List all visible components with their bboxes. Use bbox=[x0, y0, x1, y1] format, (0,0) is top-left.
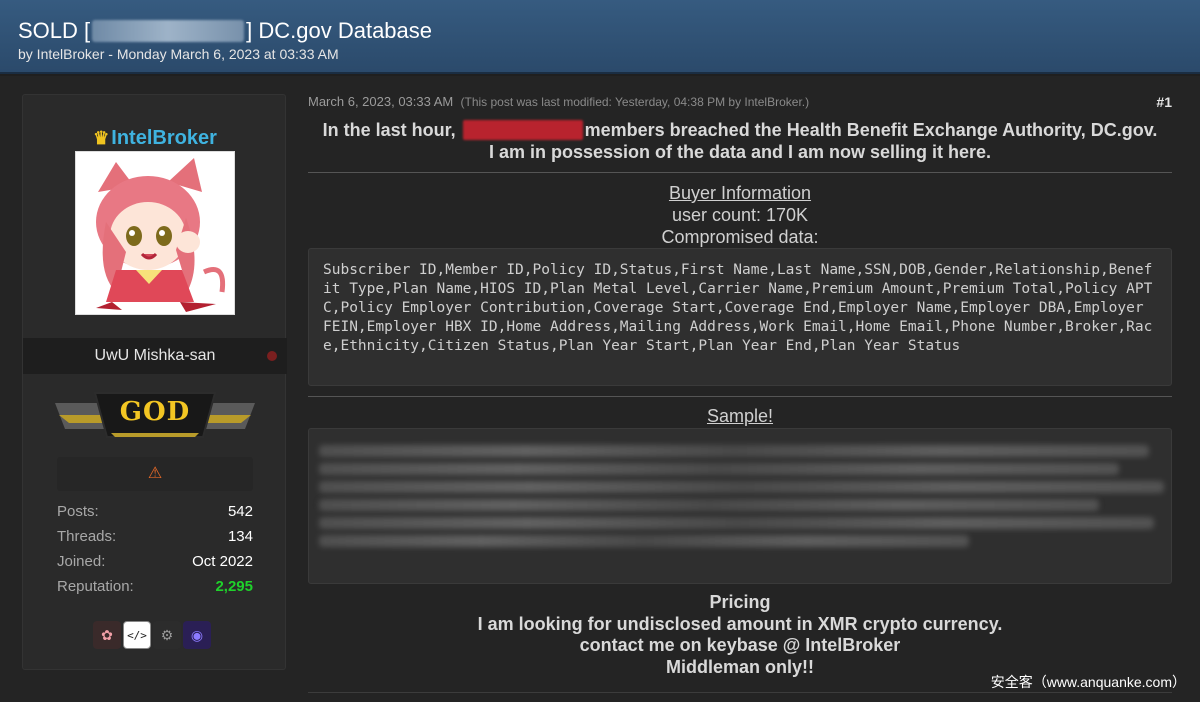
title-prefix: SOLD [ bbox=[18, 18, 91, 43]
stat-threads: Threads: 134 bbox=[57, 528, 253, 545]
code-icon[interactable]: </> bbox=[123, 621, 151, 649]
blurred-line bbox=[319, 481, 1164, 493]
user-title-bar: UwU Mishka-san bbox=[23, 338, 287, 374]
redacted-text bbox=[462, 120, 583, 140]
lead-line-2: I am in possession of the data and I am … bbox=[488, 142, 992, 162]
thread-page: ♛ IntelBroker UwU Mishka-san GOD ⚠ Posts… bbox=[0, 76, 1200, 702]
pricing-line-2: contact me on keybase @ IntelBroker bbox=[579, 635, 901, 655]
brain-icon[interactable]: ✿ bbox=[93, 621, 121, 649]
buyer-info: Buyer Information user count: 170K Compr… bbox=[308, 182, 1172, 248]
user-count: user count: 170K bbox=[671, 205, 809, 225]
post-date: March 6, 2023, 03:33 AM bbox=[308, 94, 454, 109]
thread-meta: by IntelBroker - Monday March 6, 2023 at… bbox=[18, 46, 339, 62]
stat-reputation: Reputation: 2,295 bbox=[57, 578, 253, 595]
crown-icon: ♛ bbox=[93, 128, 110, 148]
gear-icon[interactable]: ⚙ bbox=[153, 621, 181, 649]
blurred-line bbox=[319, 445, 1149, 457]
post-number-link[interactable]: #1 bbox=[1156, 94, 1172, 110]
pricing-line-1: I am looking for undisclosed amount in X… bbox=[477, 613, 1003, 634]
blurred-line bbox=[319, 463, 1119, 475]
hood-icon[interactable]: ◉ bbox=[183, 621, 211, 649]
author-panel: ♛ IntelBroker UwU Mishka-san GOD ⚠ Posts… bbox=[22, 94, 287, 670]
rank-badge: GOD bbox=[55, 389, 255, 441]
avatar[interactable] bbox=[75, 151, 235, 315]
post-meta: March 6, 2023, 03:33 AM (This post was l… bbox=[308, 94, 809, 109]
title-suffix: ] DC.gov Database bbox=[246, 18, 433, 43]
avatar-image bbox=[76, 152, 234, 314]
sample-heading: Sample! bbox=[706, 406, 774, 426]
buyer-heading: Buyer Information bbox=[668, 183, 812, 203]
thread-header: SOLD [ ] DC.gov Database by IntelBroker -… bbox=[0, 0, 1200, 74]
author-name[interactable]: IntelBroker bbox=[111, 127, 217, 149]
redacted-text bbox=[92, 20, 245, 42]
pricing-heading: Pricing bbox=[709, 592, 771, 612]
post-modified: (This post was last modified: Yesterday,… bbox=[460, 95, 810, 109]
group-icon-box: ⚠ bbox=[57, 457, 253, 491]
blurred-line bbox=[319, 535, 969, 547]
post-lead: In the last hour, members breached the H… bbox=[308, 119, 1172, 163]
blurred-sample-codeblock[interactable] bbox=[308, 428, 1172, 584]
author-name-row[interactable]: ♛ IntelBroker bbox=[23, 127, 287, 150]
compromised-fields-codeblock[interactable]: Subscriber ID,Member ID,Policy ID,Status… bbox=[308, 248, 1172, 386]
post: March 6, 2023, 03:33 AM (This post was l… bbox=[308, 94, 1172, 694]
rank-label: GOD bbox=[119, 397, 191, 427]
watermark: 安全客（www.anquanke.com） bbox=[990, 674, 1186, 690]
award-icons: ✿ </> ⚙ ◉ bbox=[93, 621, 217, 649]
offline-status-icon bbox=[267, 351, 277, 361]
stat-joined: Joined: Oct 2022 bbox=[57, 553, 253, 570]
blurred-line bbox=[319, 517, 1154, 529]
thread-title: SOLD [ ] DC.gov Database bbox=[18, 16, 1182, 46]
lead-line-1: In the last hour, members breached the H… bbox=[322, 120, 1158, 140]
divider bbox=[308, 396, 1172, 397]
author-stats: Posts: 542 Threads: 134 Joined: Oct 2022… bbox=[57, 503, 253, 603]
divider bbox=[308, 692, 1172, 693]
stat-posts: Posts: 542 bbox=[57, 503, 253, 520]
group-icon: ⚠ bbox=[147, 465, 163, 482]
blurred-line bbox=[319, 499, 1099, 511]
compromised-label: Compromised data: bbox=[661, 227, 819, 247]
pricing-section: Pricing I am looking for undisclosed amo… bbox=[308, 592, 1172, 678]
user-title: UwU Mishka-san bbox=[94, 347, 216, 364]
divider bbox=[308, 172, 1172, 173]
